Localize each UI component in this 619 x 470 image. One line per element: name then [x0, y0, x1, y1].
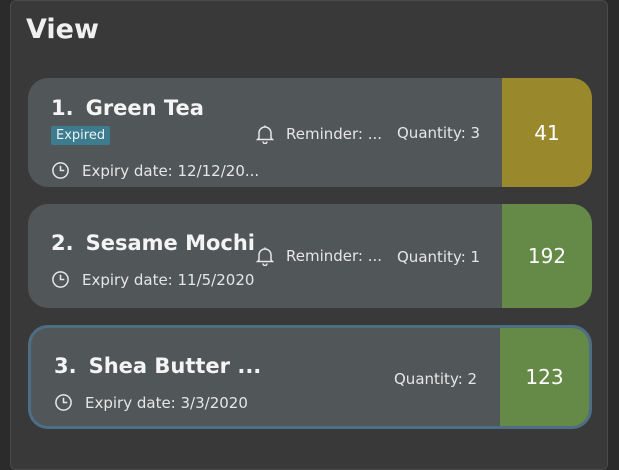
view-title: View	[26, 14, 99, 45]
item-index: 1.	[51, 96, 74, 120]
item-title: 3. Shea Butter ...	[54, 354, 261, 378]
count-badge: 123	[500, 328, 589, 426]
quantity-text: Quantity: 2	[394, 370, 478, 388]
expiry-row: Expiry date: 12/12/20...	[51, 161, 259, 180]
item-title: 2. Sesame Mochi	[51, 231, 255, 255]
bell-icon	[256, 246, 274, 266]
list-item-3[interactable]: 3. Shea Butter ... Expiry date: 3/3/2020 …	[28, 325, 592, 429]
clock-icon	[51, 161, 70, 180]
reminder-text: Reminder: ...	[286, 125, 383, 143]
item-index: 2.	[51, 231, 74, 255]
expiry-date: Expiry date: 11/5/2020	[82, 270, 255, 289]
bell-icon	[256, 124, 274, 144]
expiry-date: Expiry date: 12/12/20...	[82, 161, 260, 180]
expiry-row: Expiry date: 11/5/2020	[51, 270, 254, 289]
reminder-row: Reminder: ...	[256, 246, 382, 266]
count-badge: 41	[502, 78, 592, 187]
item-index: 3.	[54, 354, 77, 378]
item-name: Green Tea	[85, 96, 204, 120]
reminder-text: Reminder: ...	[286, 247, 383, 265]
clock-icon	[51, 270, 70, 289]
item-title: 1. Green Tea	[51, 96, 204, 120]
item-name: Sesame Mochi	[85, 231, 255, 255]
count-badge: 192	[502, 204, 592, 308]
expiry-date: Expiry date: 3/3/2020	[85, 393, 248, 412]
list-item-2[interactable]: 2. Sesame Mochi Expiry date: 11/5/2020 Re…	[28, 204, 592, 308]
clock-icon	[54, 393, 73, 412]
reminder-row: Reminder: ...	[256, 124, 382, 144]
quantity-text: Quantity: 3	[397, 124, 481, 142]
item-name: Shea Butter ...	[88, 354, 262, 378]
expiry-row: Expiry date: 3/3/2020	[54, 393, 248, 412]
list-item-1[interactable]: 1. Green Tea Expired Expiry date: 12/12/2…	[28, 78, 592, 187]
quantity-text: Quantity: 1	[397, 248, 481, 266]
expired-tag: Expired	[51, 126, 111, 145]
